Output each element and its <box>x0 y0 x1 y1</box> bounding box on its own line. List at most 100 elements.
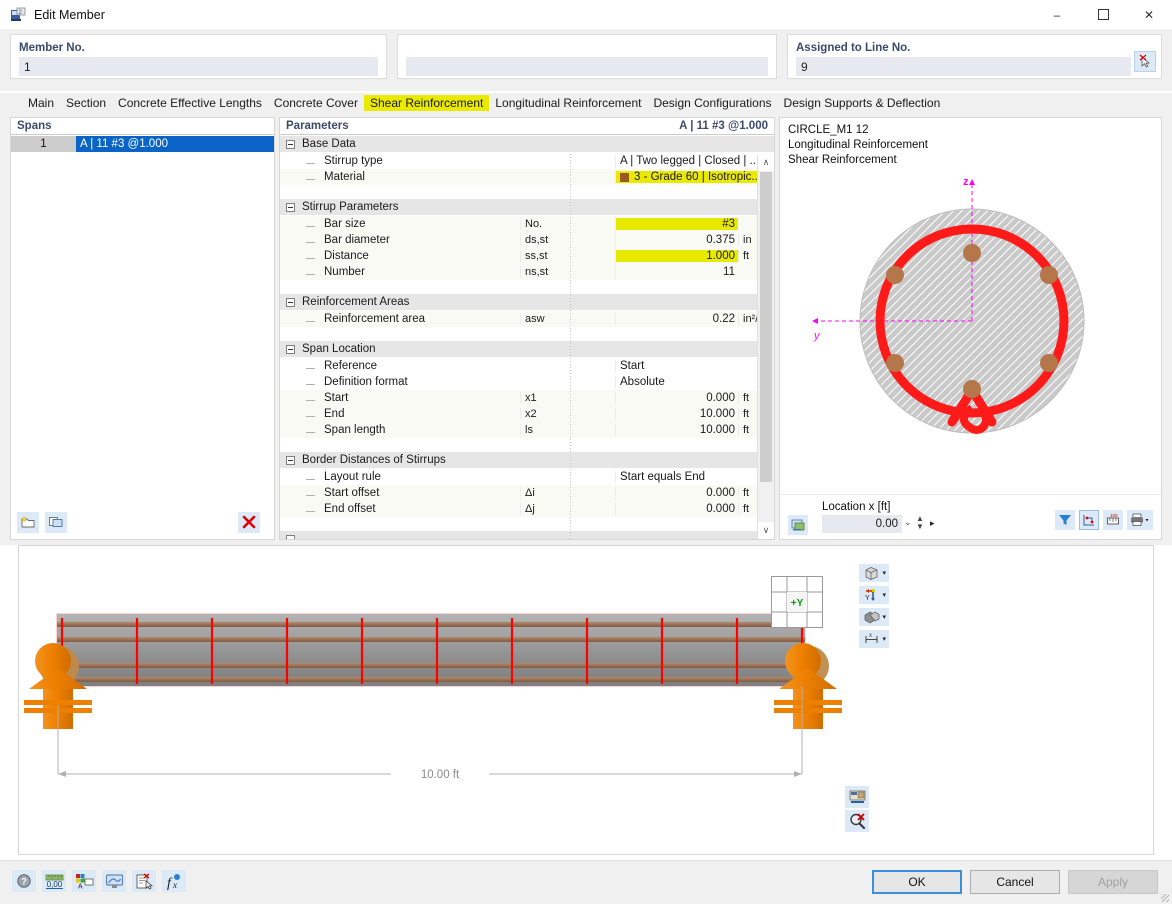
group-row-border-distances[interactable]: Border Distances of Stirrups <box>280 452 774 469</box>
param-value-cell[interactable]: 0.000 ft <box>615 503 774 515</box>
scrollbar-thumb[interactable] <box>760 172 772 482</box>
location-x-input[interactable]: 0.00 <box>822 515 902 533</box>
param-value-cell[interactable]: Start <box>615 360 774 372</box>
param-value-cell[interactable]: Start equals End <box>615 471 774 483</box>
param-row-bar-diameter[interactable]: Bar diameter ds,st 0.375 in <box>280 232 774 248</box>
chevron-down-icon[interactable]: ▾ <box>882 613 886 621</box>
close-button[interactable]: ✕ <box>1126 0 1172 29</box>
pick-line-cursor-icon[interactable] <box>1134 51 1156 72</box>
collapse-icon[interactable] <box>286 139 295 149</box>
param-row-definition-format[interactable]: Definition format Absolute <box>280 374 774 390</box>
print-icon[interactable] <box>1127 510 1153 530</box>
formula-icon[interactable]: f x <box>162 870 186 892</box>
group-row-stirrup-parameters[interactable]: Stirrup Parameters <box>280 199 774 216</box>
param-value-cell[interactable]: 10.000 ft <box>615 408 774 420</box>
scroll-up-arrow[interactable]: ∧ <box>758 154 774 171</box>
minimize-button[interactable]: – <box>1034 0 1080 29</box>
parameters-scrollbar[interactable]: ∧ ∨ <box>757 154 774 539</box>
assigned-line-input[interactable]: 9 <box>796 57 1131 76</box>
help-icon[interactable]: ? <box>12 870 36 892</box>
param-row-reinforcement-area[interactable]: Reinforcement area asw 0.22 in²/ft <box>280 311 774 327</box>
param-value-cell[interactable]: A | Two legged | Closed | ... <box>615 155 774 167</box>
param-value-cell[interactable]: #3 <box>615 218 774 230</box>
collapse-icon[interactable] <box>286 455 295 465</box>
param-value-cell[interactable]: 0.22 in²/ft <box>615 313 774 325</box>
param-row-start-offset[interactable]: Start offset Δi 0.000 ft <box>280 485 774 501</box>
tab-shear-reinforcement[interactable]: Shear Reinforcement <box>363 94 490 111</box>
collapse-icon[interactable] <box>286 344 295 354</box>
navigation-cube[interactable]: +Y <box>771 576 823 628</box>
collapse-icon[interactable] <box>286 534 295 539</box>
member-no-input[interactable]: 1 <box>19 57 378 76</box>
group-row-reinforcement-areas[interactable]: Reinforcement Areas <box>280 294 774 311</box>
group-row-span-location[interactable]: Span Location <box>280 341 774 358</box>
comment-icon[interactable] <box>132 870 156 892</box>
param-row-end[interactable]: End x2 10.000 ft <box>280 406 774 422</box>
ok-button[interactable]: OK <box>872 870 962 894</box>
zoom-reset-icon[interactable] <box>845 810 869 832</box>
cross-section-drawing[interactable]: z y <box>780 163 1161 483</box>
scroll-down-arrow[interactable]: ∨ <box>758 522 774 539</box>
param-row-material[interactable]: Material 3 - Grade 60 | Isotropic... <box>280 169 774 185</box>
param-row-layout-rule[interactable]: Layout rule Start equals End <box>280 469 774 485</box>
param-row-stirrup-type[interactable]: Stirrup type A | Two legged | Closed | .… <box>280 153 774 169</box>
param-value-cell[interactable]: 3 - Grade 60 | Isotropic... <box>615 171 774 183</box>
play-icon[interactable]: ▸ <box>930 518 935 529</box>
spans-list[interactable]: 1 A | 11 #3 @1.000 <box>11 136 274 504</box>
group-row-partial[interactable] <box>280 531 774 539</box>
param-row-start[interactable]: Start x1 0.000 ft <box>280 390 774 406</box>
chevron-down-icon[interactable]: ▾ <box>882 569 886 577</box>
group-row-base-data[interactable]: Base Data <box>280 136 774 153</box>
graphic-settings-icon[interactable] <box>102 870 126 892</box>
filter-icon[interactable] <box>1055 510 1075 530</box>
tab-section[interactable]: Section <box>60 95 112 111</box>
param-value-cell[interactable]: 0.000 ft <box>615 487 774 499</box>
chevron-down-icon[interactable]: ▾ <box>882 635 886 643</box>
delete-span-icon[interactable] <box>238 511 260 533</box>
tab-design-supports-deflection[interactable]: Design Supports & Deflection <box>778 95 947 111</box>
maximize-button[interactable] <box>1080 0 1126 29</box>
render-settings-icon[interactable] <box>845 786 869 808</box>
param-row-distance[interactable]: Distance ss,st 1.000 ft <box>280 248 774 264</box>
model-3d-canvas[interactable]: 10.00 ft <box>19 546 1153 854</box>
location-spinner[interactable]: ▲ ▼ <box>916 515 924 531</box>
scale-icon[interactable]: 100 <box>1103 510 1123 530</box>
param-row-bar-size[interactable]: Bar size No. #3 <box>280 216 774 232</box>
spans-row[interactable]: 1 A | 11 #3 @1.000 <box>11 136 274 152</box>
model-3d-view[interactable]: 10.00 ft +Y ▾ Y ▾ ▾ x ▾ <box>18 545 1154 855</box>
chevron-down-icon[interactable]: ⌄ <box>904 517 912 528</box>
param-value-cell[interactable]: 11 <box>615 266 774 278</box>
middle-input[interactable] <box>406 57 768 76</box>
middle-label <box>406 42 776 54</box>
dimension-lines-icon[interactable] <box>1079 510 1099 530</box>
chevron-down-icon[interactable]: ▾ <box>882 591 886 599</box>
tab-design-configurations[interactable]: Design Configurations <box>647 95 777 111</box>
param-value-cell[interactable]: 0.000 ft <box>615 392 774 404</box>
copy-span-icon[interactable] <box>45 511 67 533</box>
param-row-span-length[interactable]: Span length ls 10.000 ft <box>280 422 774 438</box>
param-row-reference[interactable]: Reference Start <box>280 358 774 374</box>
tab-concrete-effective-lengths[interactable]: Concrete Effective Lengths <box>112 95 268 111</box>
view-cube-icon[interactable]: ▾ <box>859 564 889 582</box>
render-mode-icon[interactable]: ▾ <box>859 608 889 626</box>
axis-direction-icon[interactable]: Y ▾ <box>859 586 889 604</box>
units-icon[interactable]: 0,00 <box>42 870 66 892</box>
collapse-icon[interactable] <box>286 202 295 212</box>
parameters-body[interactable]: Base Data Stirrup type A | Two legged | … <box>280 136 774 539</box>
dimension-tool-icon[interactable]: x ▾ <box>859 630 889 648</box>
param-value-cell[interactable]: 1.000 ft <box>615 250 774 262</box>
param-value-cell[interactable]: Absolute <box>615 376 774 388</box>
tab-concrete-cover[interactable]: Concrete Cover <box>268 95 364 111</box>
tab-main[interactable]: Main <box>22 95 60 111</box>
render-section-icon[interactable] <box>788 515 808 535</box>
param-value-cell[interactable]: 0.375 in <box>615 234 774 246</box>
new-span-icon[interactable] <box>17 511 39 533</box>
cancel-button[interactable]: Cancel <box>970 870 1060 894</box>
param-value-cell[interactable]: 10.000 ft <box>615 424 774 436</box>
tab-longitudinal-reinforcement[interactable]: Longitudinal Reinforcement <box>489 95 647 111</box>
param-row-end-offset[interactable]: End offset Δj 0.000 ft <box>280 501 774 517</box>
collapse-icon[interactable] <box>286 297 295 307</box>
resize-grip[interactable] <box>1161 894 1169 902</box>
param-row-number[interactable]: Number ns,st 11 <box>280 264 774 280</box>
display-properties-icon[interactable]: A <box>72 870 96 892</box>
